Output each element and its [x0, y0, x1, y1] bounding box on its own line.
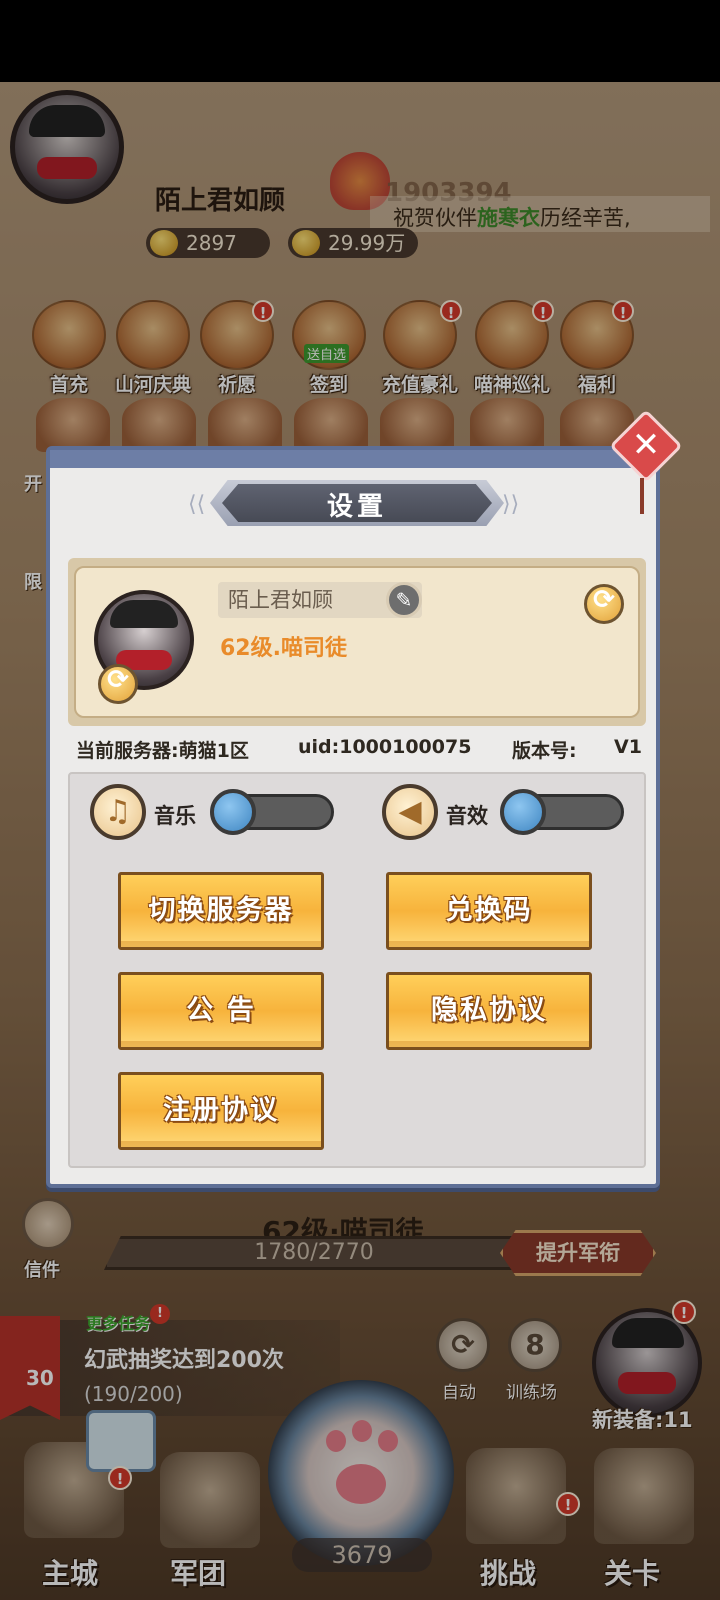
- title-deco-right: ⟩⟩: [502, 492, 520, 517]
- title-deco-left: ⟨⟨: [188, 492, 206, 517]
- status-bar: [0, 0, 720, 82]
- change-frame-refresh-icon[interactable]: [584, 584, 624, 624]
- music-toggle-knob[interactable]: [210, 789, 256, 835]
- dialog-title: 设置: [326, 492, 387, 522]
- panel-top-bar: [50, 450, 656, 468]
- version-label: 版本号:: [512, 740, 577, 762]
- close-tassel: [640, 478, 644, 514]
- profile-level-title: 62级.喵司徒: [220, 636, 347, 661]
- music-label: 音乐: [154, 804, 196, 828]
- redeem-code-button[interactable]: 兑换码: [386, 872, 592, 950]
- announcement-button[interactable]: 公 告: [118, 972, 324, 1050]
- close-icon[interactable]: ✕: [620, 420, 672, 472]
- edit-name-pencil-icon[interactable]: ✎: [386, 582, 422, 618]
- settings-dialog: 设置 ⟨⟨ ⟩⟩ 陌上君如顾 ✎ 62级.喵司徒 当前服务器:萌猫1区 uid:…: [46, 446, 660, 1188]
- uid-info: uid:1000100075: [298, 736, 472, 758]
- sfx-toggle-knob[interactable]: [500, 789, 546, 835]
- avatar-hat: [110, 600, 178, 628]
- server-info: 当前服务器:萌猫1区: [76, 740, 249, 762]
- sfx-label: 音效: [446, 804, 488, 828]
- speaker-icon: ◀: [382, 784, 438, 840]
- version-value: V1: [614, 736, 642, 758]
- music-note-icon: ♫: [90, 784, 146, 840]
- user-agreement-button[interactable]: 注册协议: [118, 1072, 324, 1150]
- switch-server-button[interactable]: 切换服务器: [118, 872, 324, 950]
- change-avatar-refresh-icon[interactable]: [98, 664, 138, 704]
- privacy-policy-button[interactable]: 隐私协议: [386, 972, 592, 1050]
